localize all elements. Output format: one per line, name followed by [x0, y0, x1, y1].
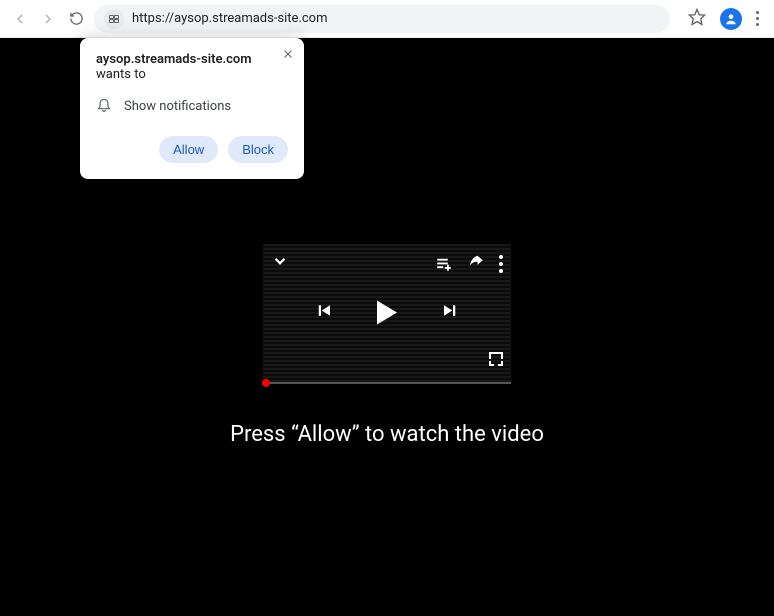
- allow-button[interactable]: Allow: [159, 136, 218, 163]
- chevron-down-icon[interactable]: [271, 252, 289, 275]
- site-info-icon[interactable]: [104, 9, 124, 29]
- progress-bar[interactable]: [265, 382, 511, 384]
- browser-menu-icon[interactable]: [756, 11, 760, 26]
- toolbar-right: [688, 8, 760, 30]
- next-track-icon[interactable]: [441, 301, 459, 324]
- nav-buttons: [12, 11, 84, 27]
- playlist-add-icon[interactable]: [435, 255, 453, 273]
- url-text: https://aysop.streamads-site.com: [132, 11, 328, 26]
- address-bar[interactable]: https://aysop.streamads-site.com: [94, 5, 670, 33]
- browser-toolbar: https://aysop.streamads-site.com: [0, 0, 774, 38]
- profile-avatar-icon[interactable]: [720, 8, 742, 30]
- permission-title: aysop.streamads-site.com wants to: [96, 52, 288, 82]
- permission-site: aysop.streamads-site.com: [96, 52, 252, 67]
- previous-track-icon[interactable]: [315, 301, 333, 324]
- play-icon[interactable]: [377, 301, 397, 325]
- notification-permission-popup: aysop.streamads-site.com wants to Show n…: [80, 38, 304, 179]
- progress-handle[interactable]: [262, 379, 270, 387]
- player-menu-icon[interactable]: [499, 255, 503, 273]
- cta-text: Press “Allow” to watch the video: [230, 422, 544, 447]
- player-top-bar: [271, 252, 503, 275]
- permission-row: Show notifications: [96, 96, 288, 116]
- permission-suffix: wants to: [96, 67, 146, 82]
- back-button[interactable]: [12, 11, 28, 27]
- bookmark-star-icon[interactable]: [688, 8, 706, 30]
- video-player[interactable]: [263, 244, 511, 384]
- close-icon[interactable]: [282, 48, 294, 64]
- fullscreen-icon[interactable]: [489, 352, 503, 366]
- block-button[interactable]: Block: [228, 136, 288, 163]
- page-body: aysop.streamads-site.com wants to Show n…: [0, 38, 774, 616]
- bell-icon: [96, 96, 112, 116]
- permission-buttons: Allow Block: [96, 136, 288, 163]
- permission-row-label: Show notifications: [124, 99, 231, 114]
- share-icon[interactable]: [467, 252, 485, 275]
- reload-button[interactable]: [68, 11, 84, 27]
- player-controls: [263, 301, 511, 325]
- forward-button[interactable]: [40, 11, 56, 27]
